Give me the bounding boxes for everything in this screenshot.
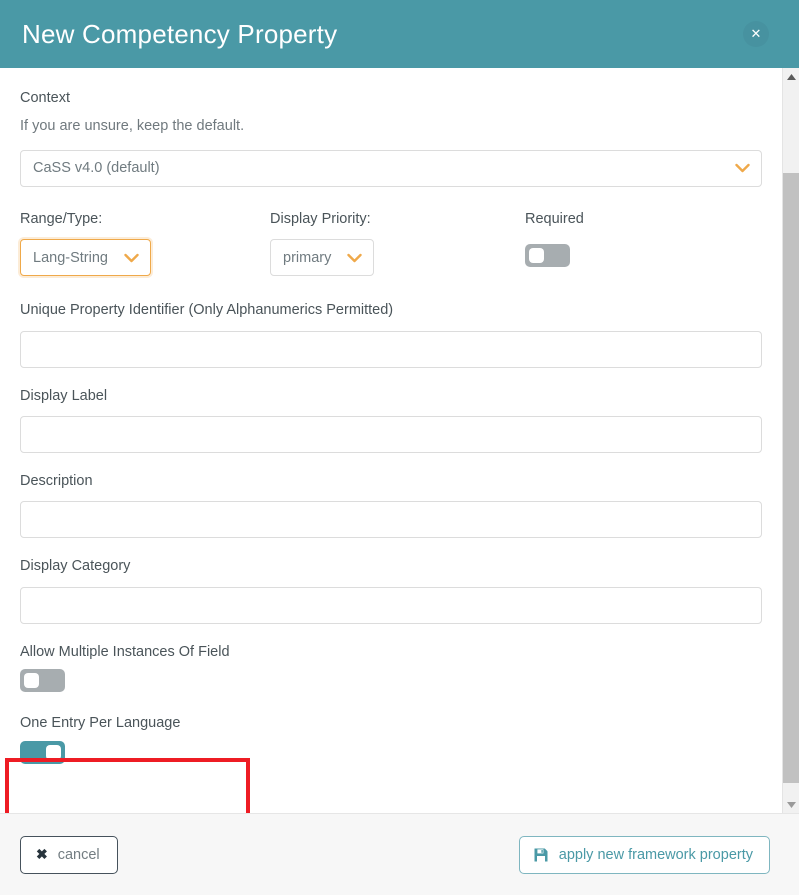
chevron-down-icon — [124, 253, 139, 263]
required-group: Required — [525, 211, 584, 272]
allow-multiple-label: Allow Multiple Instances Of Field — [20, 643, 230, 660]
cancel-button[interactable]: ✖ cancel — [20, 835, 118, 874]
description-label: Description — [20, 472, 93, 489]
display-label-input[interactable] — [20, 415, 762, 453]
context-select-value: CaSS v4.0 (default) — [33, 160, 160, 177]
context-select-wrap: CaSS v4.0 (default) — [20, 149, 762, 187]
required-toggle-knob — [529, 248, 544, 264]
cancel-button-label: cancel — [57, 846, 100, 863]
scroll-down-arrow-icon[interactable] — [783, 796, 799, 813]
allow-multiple-toggle-knob — [24, 673, 39, 689]
close-icon[interactable]: ✕ — [743, 21, 769, 47]
modal-body: Context If you are unsure, keep the defa… — [0, 68, 799, 813]
unique-identifier-input[interactable] — [20, 330, 762, 368]
display-priority-label: Display Priority: — [270, 210, 371, 227]
scrollbar-thumb[interactable] — [783, 173, 799, 783]
apply-button-label: apply new framework property — [558, 846, 753, 863]
display-priority-group: Display Priority: primary — [270, 210, 525, 277]
display-category-label: Display Category — [20, 558, 131, 575]
unique-identifier-label: Unique Property Identifier (Only Alphanu… — [20, 302, 394, 319]
modal-header: New Competency Property ✕ — [0, 0, 799, 68]
context-helper-text: If you are unsure, keep the default. — [20, 118, 245, 135]
display-label-group: Display Label — [20, 388, 762, 453]
modal-title: New Competency Property — [22, 19, 338, 49]
save-floppy-icon — [533, 847, 549, 863]
range-type-select-value: Lang-String — [33, 249, 108, 266]
one-entry-per-language-label: One Entry Per Language — [20, 715, 181, 732]
type-priority-required-row: Range/Type: Lang-String Display Priority… — [20, 210, 762, 277]
one-entry-per-language-toggle[interactable] — [20, 740, 65, 764]
display-priority-select-value: primary — [283, 249, 332, 266]
display-label-label: Display Label — [20, 387, 108, 404]
display-category-input[interactable] — [20, 586, 762, 624]
description-input[interactable] — [20, 501, 762, 539]
allow-multiple-group: Allow Multiple Instances Of Field — [20, 644, 762, 697]
context-select[interactable]: CaSS v4.0 (default) — [20, 149, 762, 187]
range-type-label: Range/Type: — [20, 210, 103, 227]
body-scrollbar[interactable] — [782, 68, 799, 813]
display-priority-select-wrap: primary — [270, 239, 375, 277]
unique-identifier-group: Unique Property Identifier (Only Alphanu… — [20, 302, 762, 368]
display-priority-select[interactable]: primary — [270, 239, 375, 277]
chevron-down-icon — [735, 163, 750, 173]
required-label: Required — [525, 210, 584, 227]
range-type-group: Range/Type: Lang-String — [20, 210, 270, 277]
range-type-select-wrap: Lang-String — [20, 239, 151, 277]
close-x-icon: ✖ — [36, 846, 48, 862]
range-type-select[interactable]: Lang-String — [20, 239, 151, 277]
chevron-down-icon — [347, 253, 363, 263]
modal-footer: ✖ cancel apply new framework property — [0, 813, 799, 895]
new-competency-property-modal: New Competency Property ✕ Context If you… — [0, 0, 799, 895]
context-label: Context — [20, 90, 70, 106]
allow-multiple-toggle[interactable] — [20, 669, 65, 693]
one-entry-per-language-group: One Entry Per Language — [20, 715, 762, 768]
display-category-group: Display Category — [20, 558, 762, 624]
apply-new-framework-property-button[interactable]: apply new framework property — [518, 835, 770, 874]
scroll-up-arrow-icon[interactable] — [783, 68, 799, 85]
description-group: Description — [20, 472, 762, 539]
context-field-group: Context If you are unsure, keep the defa… — [20, 90, 762, 187]
one-entry-per-language-toggle-knob — [46, 744, 61, 760]
required-toggle[interactable] — [525, 244, 570, 268]
